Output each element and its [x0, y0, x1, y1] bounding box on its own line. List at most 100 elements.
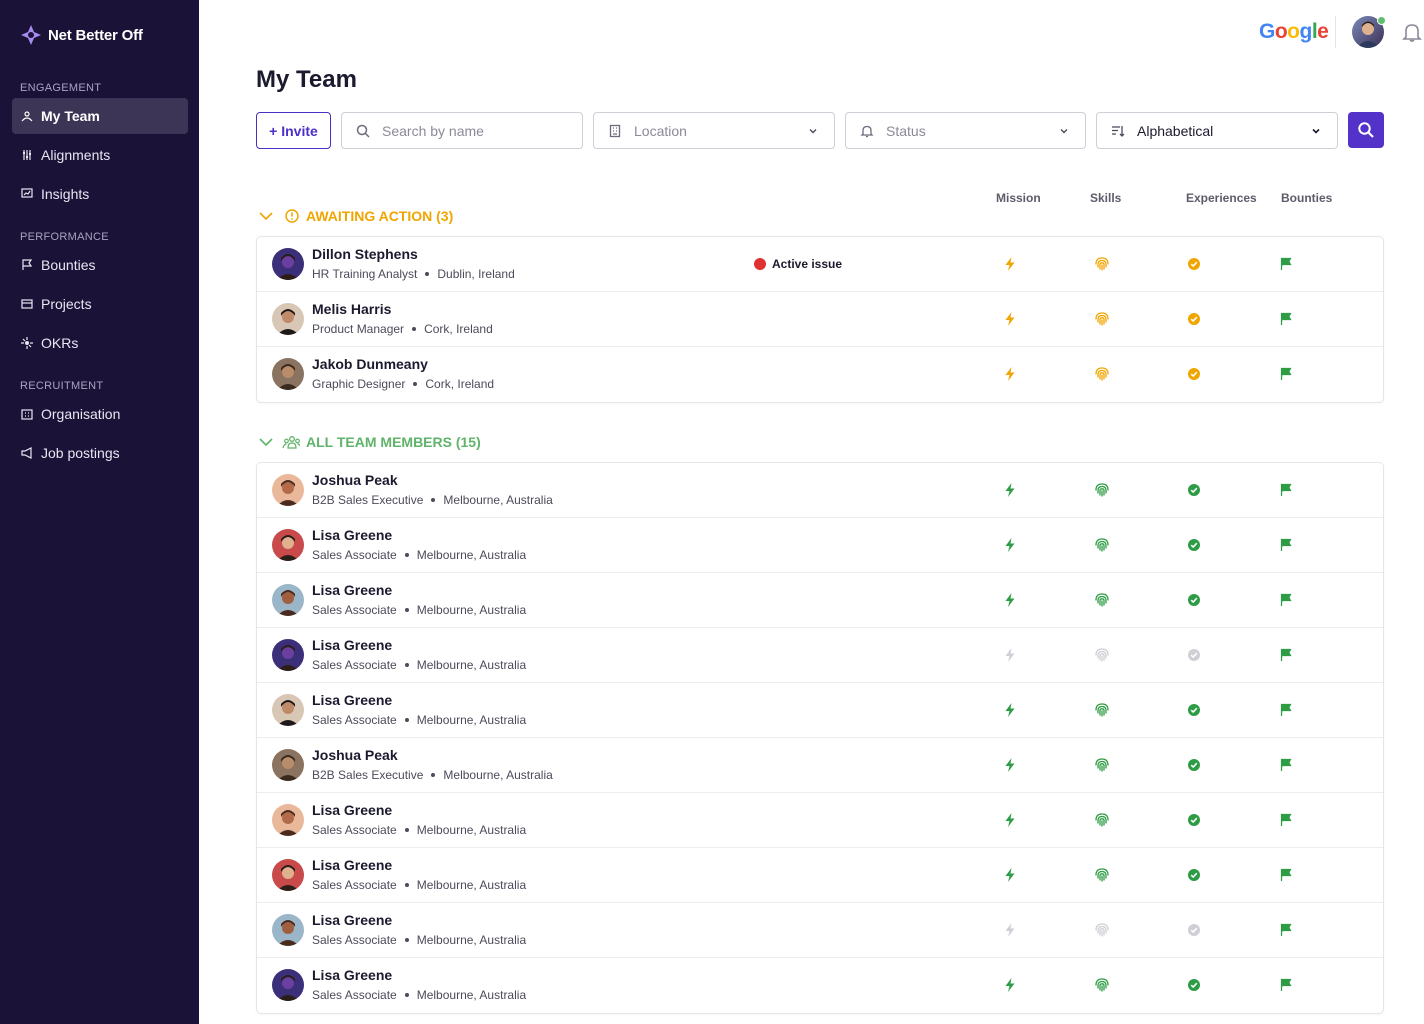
- mission-status[interactable]: [1002, 311, 1018, 327]
- team-member-row[interactable]: Lisa Greene Sales Associate Melbourne, Aus…: [257, 848, 1383, 903]
- bounties-status[interactable]: [1278, 702, 1294, 718]
- team-member-row[interactable]: Joshua Peak B2B Sales Executive Melbourne,…: [257, 463, 1383, 518]
- bounties-status[interactable]: [1278, 537, 1294, 553]
- experiences-status[interactable]: [1186, 757, 1202, 773]
- team-member-row[interactable]: Lisa Greene Sales Associate Melbourne, Aus…: [257, 628, 1383, 683]
- avatar[interactable]: [272, 303, 304, 335]
- team-member-row[interactable]: Lisa Greene Sales Associate Melbourne, Aus…: [257, 958, 1383, 1013]
- avatar[interactable]: [272, 474, 304, 506]
- experiences-status[interactable]: [1186, 977, 1202, 993]
- experiences-status[interactable]: [1186, 311, 1202, 327]
- team-member-row[interactable]: Lisa Greene Sales Associate Melbourne, Aus…: [257, 793, 1383, 848]
- team-member-row[interactable]: Joshua Peak B2B Sales Executive Melbourne,…: [257, 738, 1383, 793]
- bounties-status[interactable]: [1278, 366, 1294, 382]
- column-header-experiences[interactable]: Experiences: [1186, 191, 1257, 205]
- brand[interactable]: Net Better Off: [20, 24, 143, 46]
- skills-status[interactable]: [1094, 537, 1110, 553]
- invite-button[interactable]: + Invite: [256, 112, 331, 149]
- member-name[interactable]: Lisa Greene: [312, 912, 392, 928]
- avatar[interactable]: [272, 859, 304, 891]
- notification-bell-icon[interactable]: [1401, 21, 1423, 43]
- mission-status[interactable]: [1002, 867, 1018, 883]
- avatar[interactable]: [272, 639, 304, 671]
- mission-status[interactable]: [1002, 757, 1018, 773]
- bounties-status[interactable]: [1278, 922, 1294, 938]
- sort-select[interactable]: Alphabetical: [1096, 112, 1338, 149]
- avatar[interactable]: [272, 529, 304, 561]
- member-name[interactable]: Melis Harris: [312, 301, 391, 317]
- bounties-status[interactable]: [1278, 592, 1294, 608]
- team-member-row[interactable]: Dillon Stephens HR Training Analyst Dublin…: [257, 237, 1383, 292]
- mission-status[interactable]: [1002, 537, 1018, 553]
- team-member-row[interactable]: Lisa Greene Sales Associate Melbourne, Aus…: [257, 683, 1383, 738]
- avatar[interactable]: [272, 969, 304, 1001]
- search-field[interactable]: [341, 112, 583, 149]
- skills-status[interactable]: [1094, 922, 1110, 938]
- skills-status[interactable]: [1094, 647, 1110, 663]
- awaiting-action-toggle[interactable]: AWAITING ACTION (3): [258, 208, 453, 224]
- sidebar-item-job-postings[interactable]: Job postings: [12, 435, 188, 471]
- mission-status[interactable]: [1002, 812, 1018, 828]
- bounties-status[interactable]: [1278, 311, 1294, 327]
- experiences-status[interactable]: [1186, 482, 1202, 498]
- mission-status[interactable]: [1002, 702, 1018, 718]
- experiences-status[interactable]: [1186, 922, 1202, 938]
- bounties-status[interactable]: [1278, 977, 1294, 993]
- member-name[interactable]: Lisa Greene: [312, 527, 392, 543]
- all-team-members-toggle[interactable]: ALL TEAM MEMBERS (15): [258, 434, 481, 450]
- column-header-skills[interactable]: Skills: [1090, 191, 1121, 205]
- mission-status[interactable]: [1002, 647, 1018, 663]
- sidebar-item-my-team[interactable]: My Team: [12, 98, 188, 134]
- team-member-row[interactable]: Jakob Dunmeany Graphic Designer Cork, Irel…: [257, 347, 1383, 402]
- avatar[interactable]: [272, 804, 304, 836]
- sidebar-item-alignments[interactable]: Alignments: [12, 137, 188, 173]
- member-name[interactable]: Lisa Greene: [312, 692, 392, 708]
- mission-status[interactable]: [1002, 977, 1018, 993]
- column-header-bounties[interactable]: Bounties: [1281, 191, 1332, 205]
- experiences-status[interactable]: [1186, 592, 1202, 608]
- bounties-status[interactable]: [1278, 647, 1294, 663]
- column-header-mission[interactable]: Mission: [996, 191, 1041, 205]
- team-member-row[interactable]: Melis Harris Product Manager Cork, Ireland: [257, 292, 1383, 347]
- sidebar-item-organisation[interactable]: Organisation: [12, 396, 188, 432]
- active-issue-badge[interactable]: Active issue: [754, 257, 842, 271]
- avatar[interactable]: [272, 694, 304, 726]
- skills-status[interactable]: [1094, 977, 1110, 993]
- member-name[interactable]: Lisa Greene: [312, 637, 392, 653]
- member-name[interactable]: Joshua Peak: [312, 747, 398, 763]
- skills-status[interactable]: [1094, 867, 1110, 883]
- location-select[interactable]: Location: [593, 112, 835, 149]
- bounties-status[interactable]: [1278, 482, 1294, 498]
- avatar[interactable]: [272, 914, 304, 946]
- experiences-status[interactable]: [1186, 647, 1202, 663]
- mission-status[interactable]: [1002, 922, 1018, 938]
- mission-status[interactable]: [1002, 482, 1018, 498]
- sidebar-item-okrs[interactable]: OKRs: [12, 325, 188, 361]
- experiences-status[interactable]: [1186, 366, 1202, 382]
- team-member-row[interactable]: Lisa Greene Sales Associate Melbourne, Aus…: [257, 573, 1383, 628]
- member-name[interactable]: Jakob Dunmeany: [312, 356, 428, 372]
- mission-status[interactable]: [1002, 256, 1018, 272]
- member-name[interactable]: Joshua Peak: [312, 472, 398, 488]
- bounties-status[interactable]: [1278, 812, 1294, 828]
- mission-status[interactable]: [1002, 366, 1018, 382]
- status-select[interactable]: Status: [845, 112, 1086, 149]
- avatar[interactable]: [272, 749, 304, 781]
- search-input[interactable]: [382, 122, 552, 139]
- skills-status[interactable]: [1094, 256, 1110, 272]
- member-name[interactable]: Lisa Greene: [312, 967, 392, 983]
- skills-status[interactable]: [1094, 366, 1110, 382]
- skills-status[interactable]: [1094, 311, 1110, 327]
- sidebar-item-insights[interactable]: Insights: [12, 176, 188, 212]
- search-button[interactable]: [1348, 112, 1384, 148]
- skills-status[interactable]: [1094, 482, 1110, 498]
- skills-status[interactable]: [1094, 702, 1110, 718]
- team-member-row[interactable]: Lisa Greene Sales Associate Melbourne, Aus…: [257, 518, 1383, 573]
- skills-status[interactable]: [1094, 592, 1110, 608]
- avatar[interactable]: [272, 584, 304, 616]
- sidebar-item-bounties[interactable]: Bounties: [12, 247, 188, 283]
- experiences-status[interactable]: [1186, 537, 1202, 553]
- bounties-status[interactable]: [1278, 867, 1294, 883]
- sidebar-item-projects[interactable]: Projects: [12, 286, 188, 322]
- bounties-status[interactable]: [1278, 757, 1294, 773]
